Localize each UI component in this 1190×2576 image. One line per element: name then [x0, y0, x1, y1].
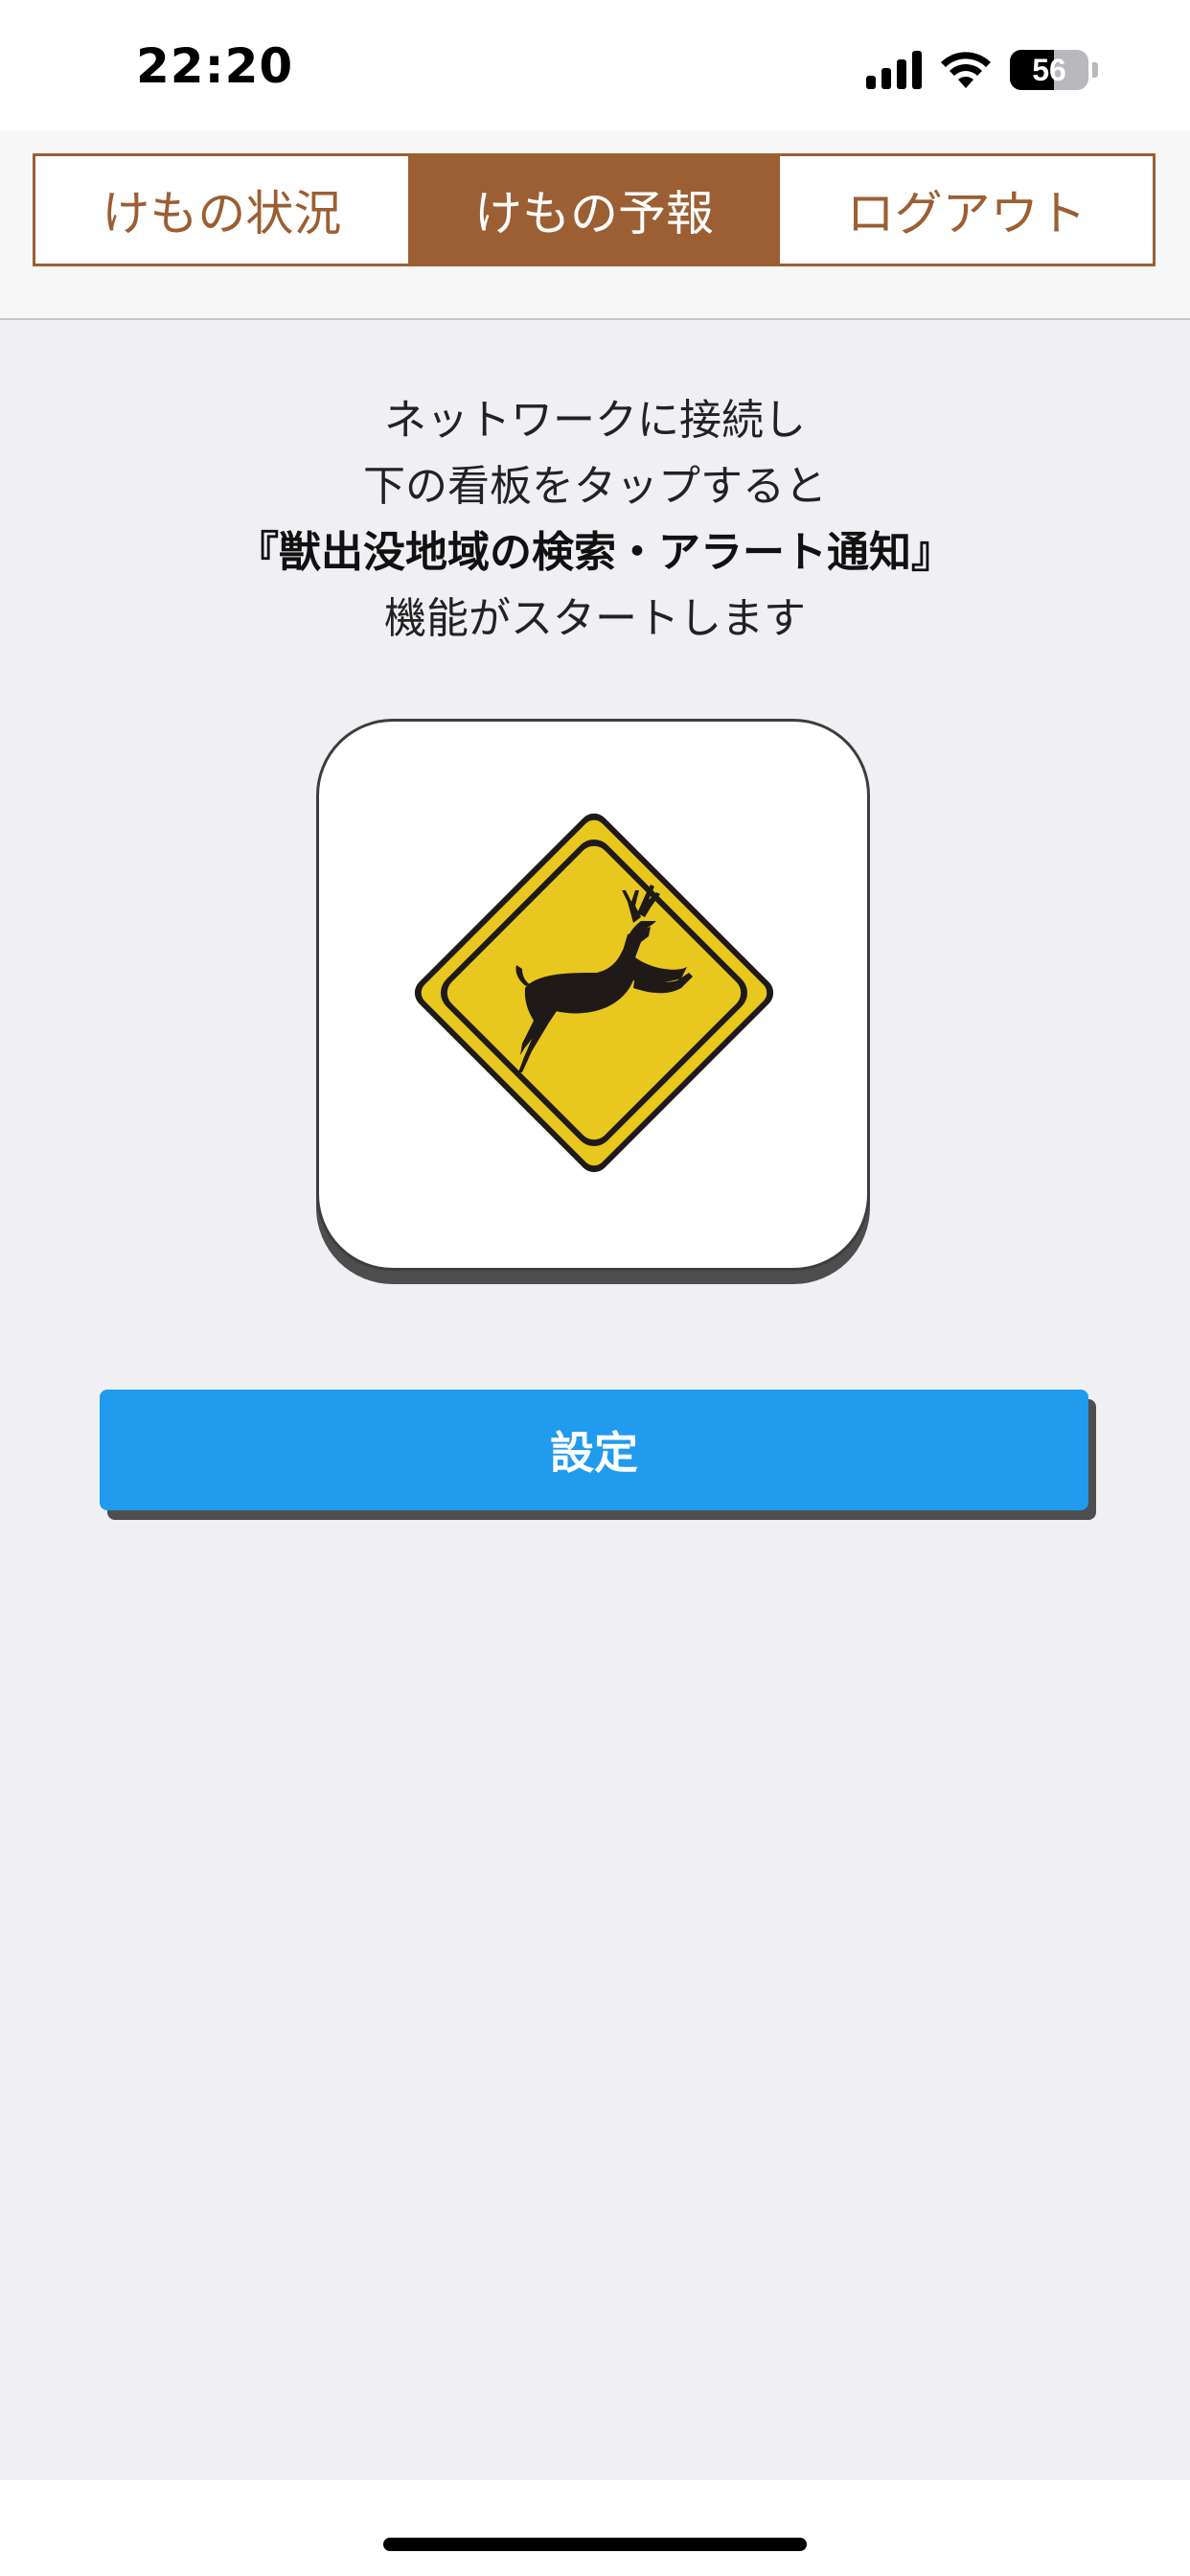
app-screen: 22:20 56 けもの状況 けもの予報 ログアウト ネットワークに接続し 下の…: [0, 0, 1190, 2576]
status-icons: 56: [866, 46, 1098, 94]
tab-kemono-forecast[interactable]: けもの予報: [407, 156, 781, 264]
settings-button[interactable]: 設定: [100, 1390, 1088, 1510]
intro-line-4: 機能がスタートします: [384, 594, 806, 643]
intro-feature-name: 『獣出没地域の検索・アラート通知』: [237, 528, 953, 577]
deer-crossing-sign-icon: [414, 813, 774, 1173]
tab-logout[interactable]: ログアウト: [780, 156, 1154, 264]
status-time: 22:20: [136, 38, 294, 94]
status-bar: 22:20 56: [0, 0, 1190, 130]
intro-text: ネットワークに接続し 下の看板をタップすると 『獣出没地域の検索・アラート通知』…: [0, 387, 1190, 652]
home-indicator-area: [0, 2480, 1190, 2576]
battery-icon: 56: [1010, 50, 1088, 90]
intro-line-1: ネットワークに接続し: [384, 396, 806, 445]
tab-bar: けもの状況 けもの予報 ログアウト: [33, 153, 1156, 266]
wifi-icon: [941, 52, 991, 88]
tab-kemono-status[interactable]: けもの状況: [35, 156, 408, 264]
deer-sign-card[interactable]: [316, 719, 870, 1271]
battery-cap: [1092, 62, 1098, 78]
battery-level: 56: [1032, 52, 1066, 87]
cellular-signal-icon: [866, 51, 922, 89]
home-indicator[interactable]: [383, 2538, 807, 2551]
intro-line-2: 下の看板をタップすると: [363, 462, 827, 511]
tab-header: けもの状況 けもの予報 ログアウト: [0, 130, 1190, 320]
